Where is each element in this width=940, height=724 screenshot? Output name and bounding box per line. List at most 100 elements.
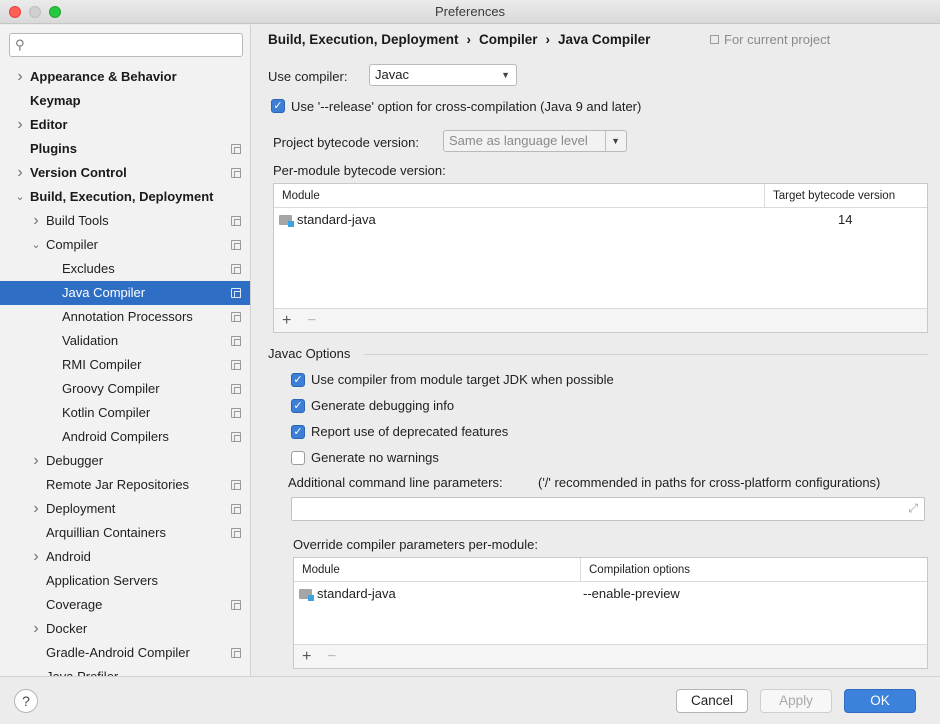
- javac-option-checkbox[interactable]: ✓: [291, 373, 305, 387]
- chevron-right-icon[interactable]: ›: [14, 161, 26, 185]
- chevron-down-icon: ▼: [611, 136, 620, 146]
- sidebar-item-label: Excludes: [62, 261, 115, 276]
- sidebar-item[interactable]: Gradle-Android Compiler: [0, 641, 250, 665]
- sidebar-item[interactable]: Java Compiler: [0, 281, 250, 305]
- project-scope-icon: [231, 408, 241, 418]
- javac-options-title: Javac Options: [268, 346, 351, 361]
- sidebar-item[interactable]: › Docker: [0, 617, 250, 641]
- help-button[interactable]: ?: [14, 689, 38, 713]
- breadcrumb-item: Java Compiler: [558, 32, 651, 47]
- chevron-right-icon[interactable]: ›: [30, 617, 42, 641]
- settings-tree: › Appearance & Behavior Keymap › Editor Plugi…: [0, 65, 250, 676]
- add-icon[interactable]: +: [282, 311, 291, 331]
- sidebar-item[interactable]: › Version Control: [0, 161, 250, 185]
- chevron-right-icon[interactable]: ›: [30, 449, 42, 473]
- sidebar-item[interactable]: Application Servers: [0, 569, 250, 593]
- sidebar-item[interactable]: Plugins: [0, 137, 250, 161]
- sidebar-item[interactable]: Remote Jar Repositories: [0, 473, 250, 497]
- expand-icon[interactable]: ⤢: [908, 501, 918, 516]
- add-icon[interactable]: +: [302, 647, 311, 667]
- sidebar-item[interactable]: Coverage: [0, 593, 250, 617]
- settings-search-input[interactable]: ⚲: [9, 33, 243, 57]
- project-scope-icon: [231, 144, 241, 154]
- javac-option-checkbox[interactable]: ✓: [291, 425, 305, 439]
- compiler-select-value: Javac: [375, 67, 409, 82]
- sidebar-item[interactable]: › Debugger: [0, 449, 250, 473]
- bytecode-version-label: Project bytecode version:: [273, 135, 419, 150]
- javac-option-checkbox[interactable]: [291, 451, 305, 465]
- breadcrumb-item: Build, Execution, Deployment: [268, 32, 459, 47]
- release-option-checkbox[interactable]: ✓: [271, 99, 285, 113]
- compiler-select[interactable]: Javac ▼: [369, 64, 517, 86]
- sidebar-item-label: RMI Compiler: [62, 357, 142, 372]
- sidebar-item[interactable]: Android Compilers: [0, 425, 250, 449]
- sidebar-item[interactable]: Groovy Compiler: [0, 377, 250, 401]
- remove-icon[interactable]: −: [327, 647, 336, 667]
- remove-icon[interactable]: −: [307, 311, 316, 331]
- sidebar-item-label: Validation: [62, 333, 119, 348]
- sidebar-item[interactable]: Excludes: [0, 257, 250, 281]
- combo-divider: [605, 131, 606, 151]
- ok-button[interactable]: OK: [844, 689, 916, 713]
- project-scope-icon: [231, 432, 241, 442]
- sidebar-item-label: Build, Execution, Deployment: [30, 189, 214, 204]
- column-header-module[interactable]: Module: [274, 184, 764, 208]
- column-header-target[interactable]: Target bytecode version: [764, 184, 928, 208]
- module-folder-icon: [279, 215, 294, 227]
- project-scope-icon: [231, 288, 241, 298]
- sidebar-item[interactable]: Validation: [0, 329, 250, 353]
- override-params-label: Override compiler parameters per-module:: [293, 537, 538, 552]
- sidebar-item-label: Groovy Compiler: [62, 381, 160, 396]
- sidebar-item[interactable]: Keymap: [0, 89, 250, 113]
- apply-button[interactable]: Apply: [760, 689, 832, 713]
- sidebar-item[interactable]: ⌄ Build, Execution, Deployment: [0, 185, 250, 209]
- table-row[interactable]: standard-java 14: [274, 209, 927, 231]
- table-header: Module Compilation options: [294, 558, 927, 582]
- sidebar-item[interactable]: RMI Compiler: [0, 353, 250, 377]
- sidebar-item[interactable]: Arquillian Containers: [0, 521, 250, 545]
- sidebar-item[interactable]: › Build Tools: [0, 209, 250, 233]
- sidebar-item[interactable]: Kotlin Compiler: [0, 401, 250, 425]
- javac-option-label: Report use of deprecated features: [311, 424, 509, 439]
- sidebar-item[interactable]: › Deployment: [0, 497, 250, 521]
- sidebar-item[interactable]: Annotation Processors: [0, 305, 250, 329]
- sidebar-item-label: Version Control: [30, 165, 127, 180]
- table-row[interactable]: standard-java --enable-preview: [294, 583, 927, 605]
- javac-option-checkbox[interactable]: ✓: [291, 399, 305, 413]
- chevron-right-icon[interactable]: ›: [30, 209, 42, 233]
- override-table: Module Compilation options standard-java…: [293, 557, 928, 669]
- chevron-down-icon[interactable]: ⌄: [30, 233, 42, 257]
- zoom-window-button[interactable]: [49, 6, 61, 18]
- bytecode-version-select[interactable]: Same as language level ▼: [443, 130, 627, 152]
- column-header-options[interactable]: Compilation options: [580, 558, 928, 582]
- project-scope-icon: [231, 480, 241, 490]
- compilation-options: --enable-preview: [583, 586, 680, 601]
- javac-option-label: Use compiler from module target JDK when…: [311, 372, 614, 387]
- breadcrumb-item: Compiler: [479, 32, 538, 47]
- breadcrumb-separator: ›: [466, 32, 472, 47]
- column-header-module[interactable]: Module: [294, 558, 580, 582]
- dialog-footer: ? Cancel Apply OK: [0, 676, 940, 724]
- javac-option-label: Generate no warnings: [311, 450, 439, 465]
- sidebar-item[interactable]: › Appearance & Behavior: [0, 65, 250, 89]
- cancel-button[interactable]: Cancel: [676, 689, 748, 713]
- sidebar-item-label: Deployment: [46, 501, 116, 516]
- chevron-down-icon[interactable]: ⌄: [14, 185, 26, 209]
- sidebar-item[interactable]: › Editor: [0, 113, 250, 137]
- sidebar-item[interactable]: ⌄ Compiler: [0, 233, 250, 257]
- chevron-right-icon[interactable]: ›: [14, 113, 26, 137]
- sidebar-item[interactable]: › Android: [0, 545, 250, 569]
- close-window-button[interactable]: [9, 6, 21, 18]
- minimize-window-button[interactable]: [29, 6, 41, 18]
- use-compiler-label: Use compiler:: [268, 69, 348, 84]
- additional-params-input[interactable]: ⤢: [291, 497, 925, 521]
- per-module-label: Per-module bytecode version:: [273, 163, 446, 178]
- sidebar-item-label: Remote Jar Repositories: [46, 477, 190, 492]
- chevron-right-icon[interactable]: ›: [14, 65, 26, 89]
- sidebar-item[interactable]: Java Profiler: [0, 665, 250, 676]
- title-bar: Preferences: [0, 0, 940, 24]
- search-icon: ⚲: [15, 37, 25, 52]
- chevron-right-icon[interactable]: ›: [30, 545, 42, 569]
- sidebar-item-label: Plugins: [30, 141, 77, 156]
- chevron-right-icon[interactable]: ›: [30, 497, 42, 521]
